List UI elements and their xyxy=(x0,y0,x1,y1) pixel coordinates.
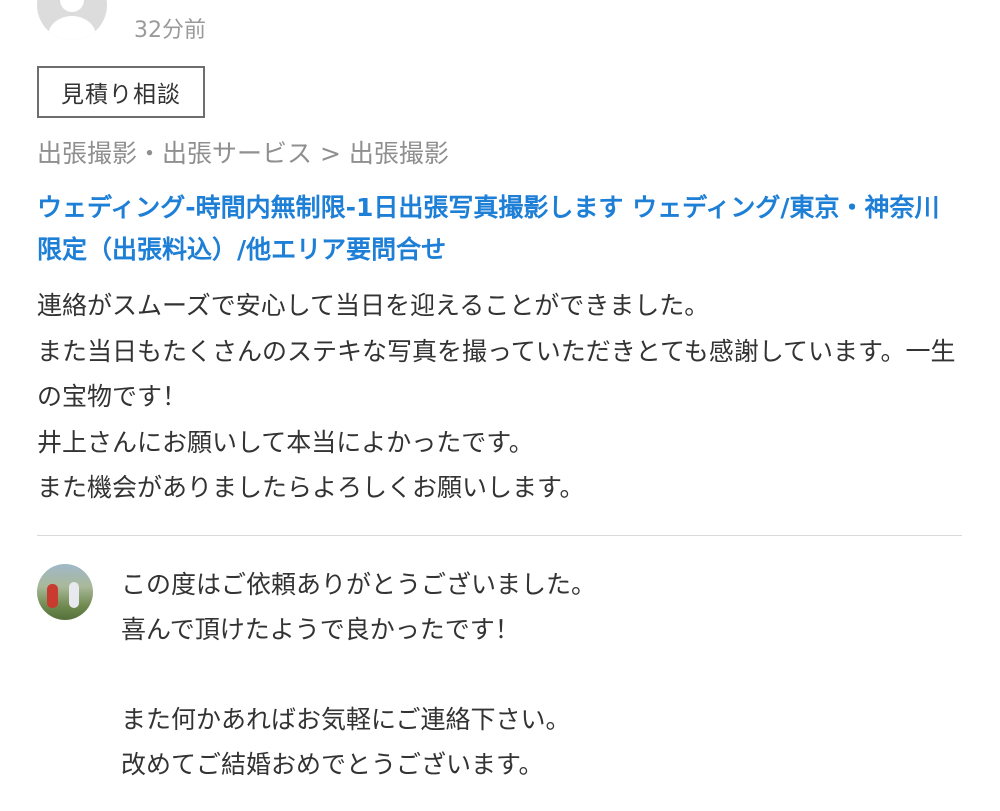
review-line: 井上さんにお願いして本当によかったです。 xyxy=(37,427,534,457)
review-line: また機会がありましたらよろしくお願いします。 xyxy=(37,473,585,502)
category-breadcrumb[interactable]: 出張撮影・出張サービス > 出張撮影 xyxy=(37,137,449,171)
seller-avatar-figure xyxy=(47,584,58,608)
reply-line: 喜んで頂けたようで良かったです！ xyxy=(121,615,520,644)
reviewer-avatar xyxy=(37,0,107,40)
review-timestamp: 32分前 xyxy=(134,18,206,43)
reply-line xyxy=(121,652,961,697)
default-user-icon-body xyxy=(48,16,96,40)
default-user-icon xyxy=(60,0,84,12)
review-line: 連絡がスムーズで安心して当日を迎えることができました。 xyxy=(37,291,710,320)
reply-line: また何かあればお気軽にご連絡下さい。 xyxy=(121,705,571,734)
seller-avatar[interactable] xyxy=(37,564,93,620)
reply-line: この度はご依頼ありがとうございました。 xyxy=(121,570,597,599)
estimate-consultation-tag: 見積り相談 xyxy=(37,66,205,118)
review-text: 連絡がスムーズで安心して当日を迎えることができました。 また当日もたくさんのステ… xyxy=(37,283,962,511)
service-title-link[interactable]: ウェディング-時間内無制限-1日出張写真撮影します ウェディング/東京・神奈川限… xyxy=(37,187,962,271)
divider xyxy=(37,535,962,536)
reply-line: 改めてご結婚おめでとうございます。 xyxy=(121,750,544,779)
seller-avatar-figure xyxy=(69,582,79,608)
review-line: また当日もたくさんのステキな写真を撮っていただきとても感謝しています。一生の宝物… xyxy=(37,336,956,412)
seller-reply-text: この度はご依頼ありがとうございました。 喜んで頂けたようで良かったです！ また何… xyxy=(121,562,961,787)
